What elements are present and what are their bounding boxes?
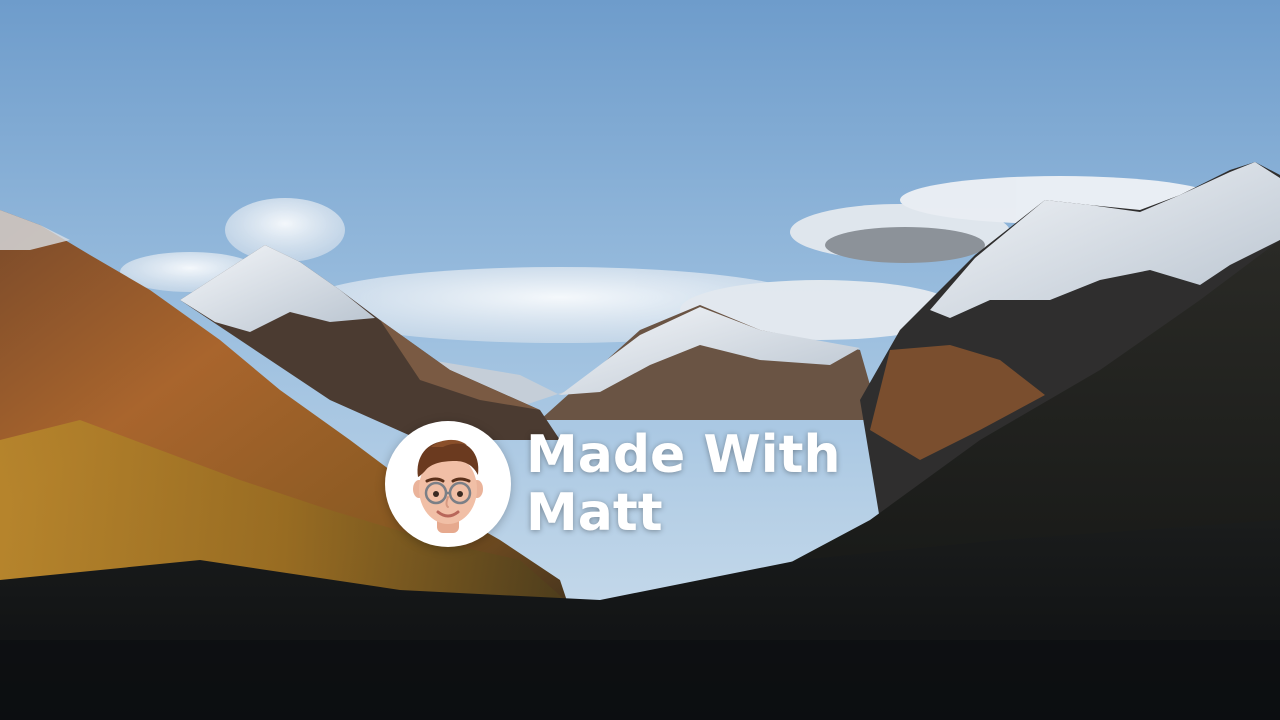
mountain-landscape-background xyxy=(0,0,1280,720)
avatar xyxy=(385,421,511,547)
brand-title-line-1: Made With xyxy=(526,425,841,485)
brand-lockup: Made With Matt xyxy=(385,421,841,547)
brand-title-line-2: Matt xyxy=(526,483,663,543)
brand-title: Made With Matt xyxy=(526,426,841,542)
memoji-face-icon xyxy=(413,439,483,533)
